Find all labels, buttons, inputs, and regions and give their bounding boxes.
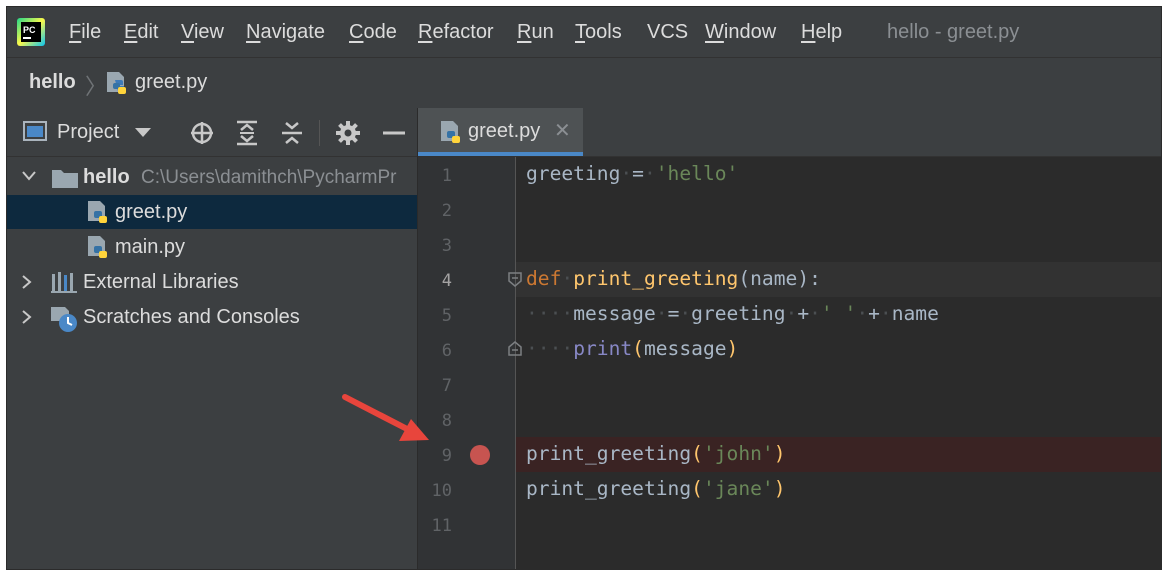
menu-run[interactable]: Run (517, 21, 554, 44)
tree-item-hello[interactable]: hello C:\Users\damithch\PycharmPr (7, 160, 417, 194)
menu-tools[interactable]: Tools (575, 21, 622, 44)
menu-vcs[interactable]: VCS (647, 21, 688, 44)
breadcrumb-file[interactable]: greet.py (135, 71, 207, 94)
code-editor[interactable] (516, 157, 1161, 569)
tree-item-greet-py[interactable]: greet.py (7, 195, 417, 229)
chevron-right-icon[interactable] (21, 309, 33, 325)
breakpoint-icon[interactable] (470, 445, 490, 465)
tree-item-main-py[interactable]: main.py (7, 230, 417, 264)
code-line-10: print_greeting('jane') (526, 477, 786, 500)
menu-navigate[interactable]: Navigate (246, 21, 325, 44)
python-file-icon (88, 201, 107, 223)
editor-tab-bar: greet.py ✕ (418, 108, 1161, 157)
code-line-1: greeting·=·'hello' (526, 162, 739, 185)
tree-item-label: greet.py (115, 201, 188, 223)
ide-window: PC File Edit View Navigate Code Refactor… (6, 6, 1162, 570)
line-number[interactable]: 3 (418, 236, 452, 256)
locate-file-icon[interactable] (189, 120, 215, 146)
code-line-9: print_greeting('john') (526, 442, 786, 465)
line-number[interactable]: 9 (418, 446, 452, 466)
code-line-4: def·print_greeting(name): (526, 267, 821, 290)
window-title: hello - greet.py (887, 21, 1020, 43)
code-line-6: ····print(message) (526, 337, 739, 360)
tree-item-label: Scratches and Consoles (83, 306, 300, 328)
chevron-down-icon[interactable] (135, 128, 151, 137)
tree-item-external-libraries[interactable]: External Libraries (7, 265, 417, 299)
scratches-icon (51, 307, 77, 332)
project-tree: hello C:\Users\damithch\PycharmPr greet.… (7, 157, 417, 569)
tree-item-label: main.py (115, 236, 186, 258)
pycharm-logo-icon: PC (17, 18, 45, 46)
gutter-divider (515, 157, 516, 569)
close-icon[interactable]: ✕ (554, 118, 571, 143)
expand-all-icon[interactable] (234, 120, 260, 146)
python-file-icon (107, 72, 126, 94)
line-number[interactable]: 5 (418, 306, 452, 326)
python-file-icon (441, 121, 460, 143)
active-tab-indicator (418, 152, 583, 156)
tab-greet-py[interactable]: greet.py ✕ (418, 108, 583, 156)
menu-help[interactable]: Help (801, 21, 842, 44)
project-window-icon[interactable] (23, 121, 47, 141)
tree-item-label: hello (83, 166, 130, 188)
chevron-right-icon[interactable] (21, 274, 33, 290)
folder-icon (52, 170, 78, 188)
collapse-all-icon[interactable] (279, 120, 305, 146)
line-number[interactable]: 6 (418, 341, 452, 361)
line-number[interactable]: 4 (418, 271, 452, 291)
line-number[interactable]: 11 (418, 516, 452, 536)
line-number[interactable]: 1 (418, 166, 452, 186)
project-panel-header: Project (7, 108, 417, 157)
toolbar-divider (319, 120, 320, 146)
code-line-5: ····message·=·greeting·+·' '·+·name (526, 302, 939, 325)
tree-item-scratches[interactable]: Scratches and Consoles (7, 300, 417, 334)
fold-start-icon[interactable] (507, 271, 523, 287)
python-file-icon (88, 236, 107, 258)
menu-view[interactable]: View (181, 21, 224, 44)
annotation-arrow-icon (342, 394, 429, 441)
tab-label: greet.py (468, 120, 541, 142)
line-number[interactable]: 2 (418, 201, 452, 221)
tree-item-label: External Libraries (83, 271, 239, 293)
line-number[interactable]: 10 (418, 481, 452, 501)
minimize-icon[interactable] (381, 120, 407, 146)
menu-refactor[interactable]: Refactor (418, 21, 494, 44)
project-panel-title[interactable]: Project (57, 121, 119, 144)
menu-window[interactable]: Window (705, 21, 776, 44)
menu-edit[interactable]: Edit (124, 21, 158, 44)
gear-icon[interactable] (335, 120, 361, 146)
project-path: C:\Users\damithch\PycharmPr (141, 167, 397, 188)
menu-code[interactable]: Code (349, 21, 397, 44)
chevron-down-icon[interactable] (21, 170, 37, 182)
menu-bar: PC File Edit View Navigate Code Refactor… (7, 7, 1161, 58)
fold-end-icon[interactable] (507, 341, 523, 357)
breadcrumb-project[interactable]: hello (29, 71, 76, 94)
libraries-icon (51, 272, 77, 293)
svg-text:PC: PC (23, 25, 36, 35)
menu-file[interactable]: File (69, 21, 101, 44)
